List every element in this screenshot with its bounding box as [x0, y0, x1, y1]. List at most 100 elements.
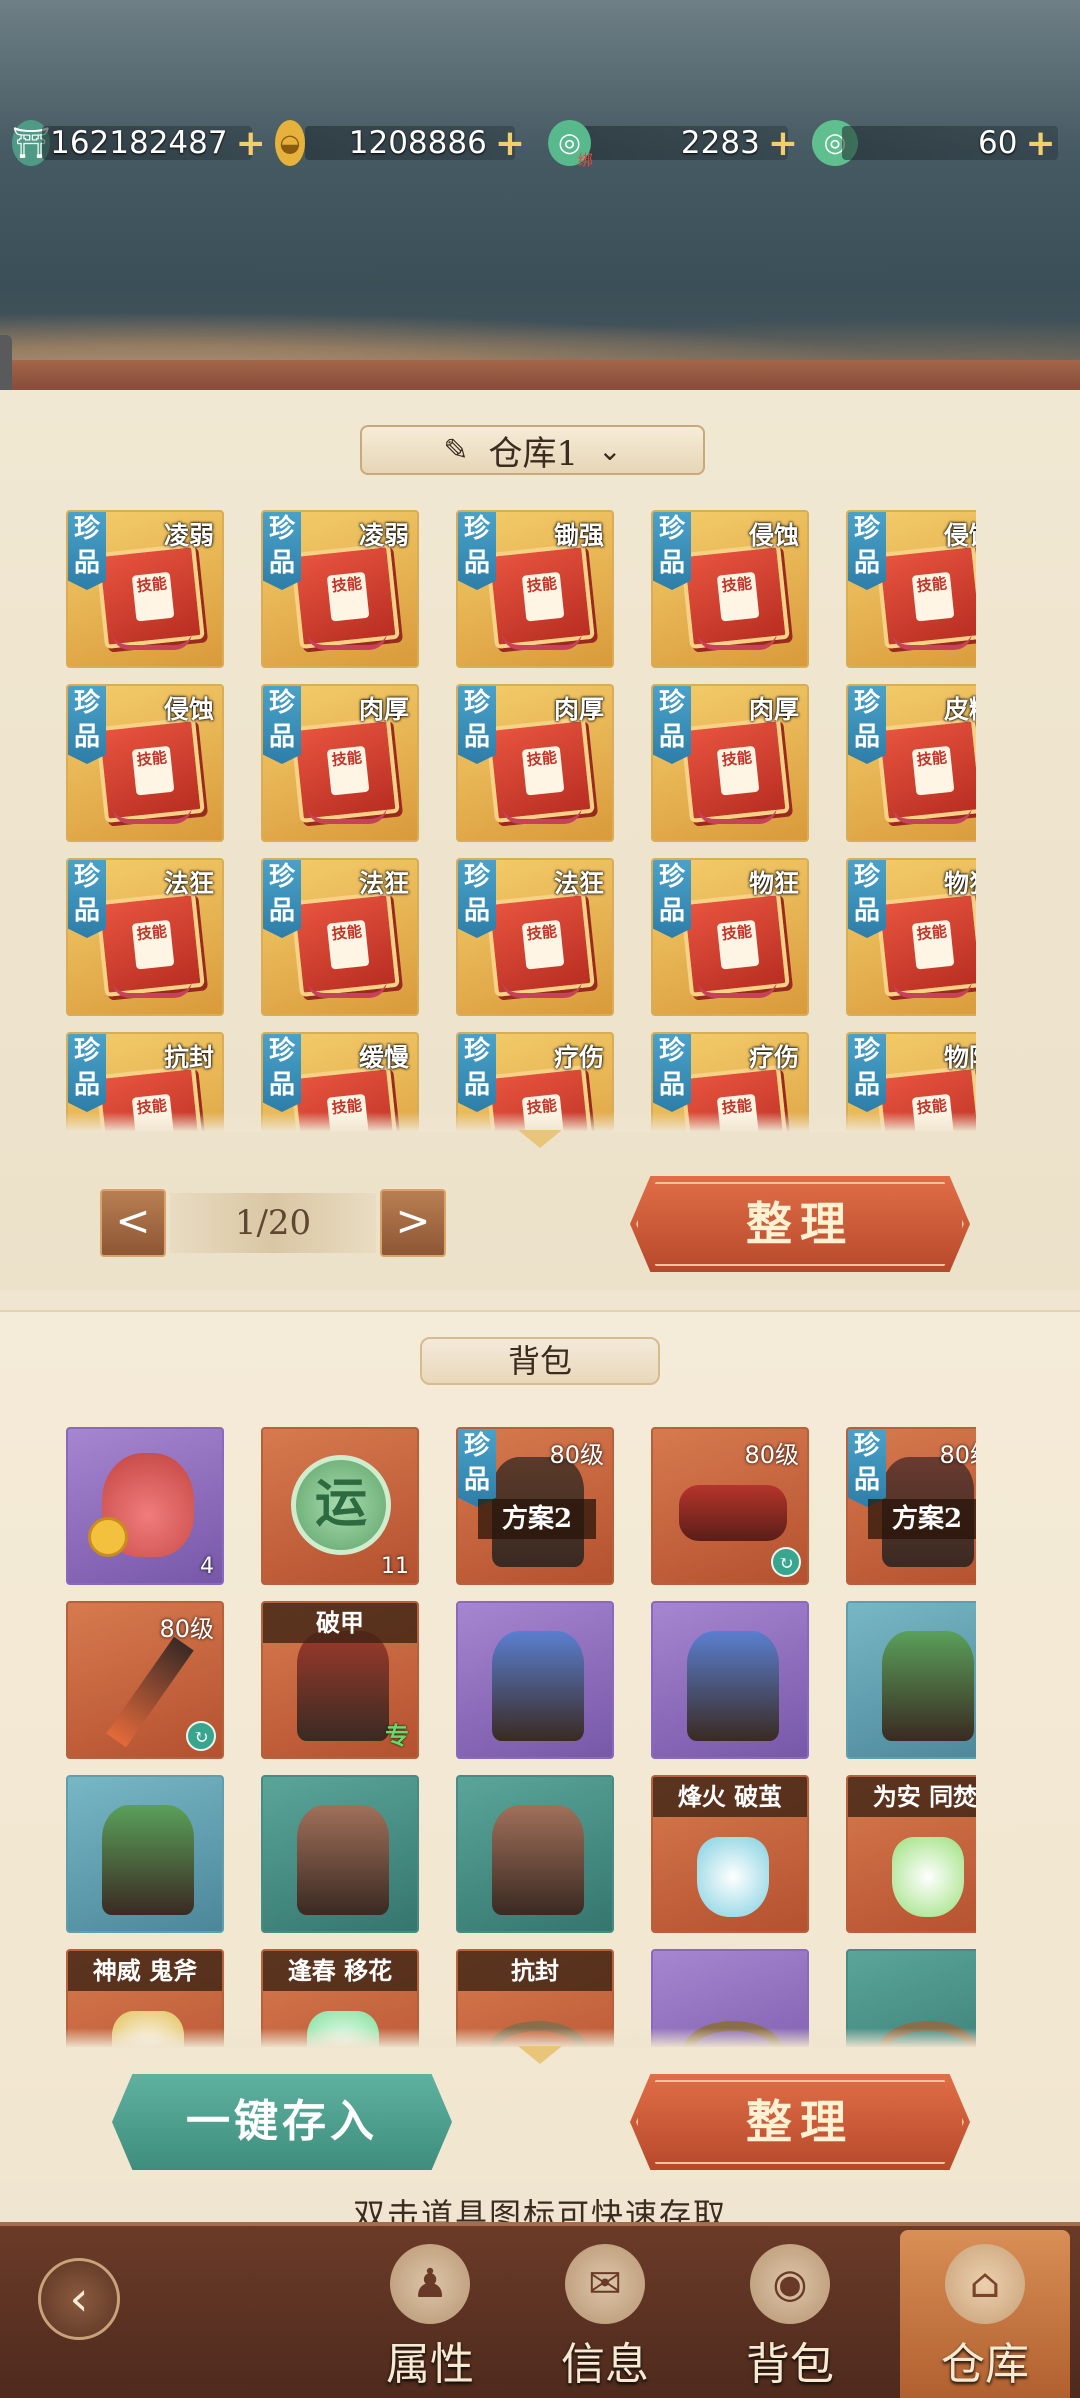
rarity-tag: 珍品 — [263, 860, 301, 938]
bag-grid: 4运11珍品80级方案280级↻珍品80级方案280级↻破甲专烽火 破茧为安 同… — [66, 1427, 976, 2047]
warehouse-slot[interactable]: 技能 珍品 肉厚 — [651, 684, 809, 842]
item-name-band: 神威 鬼斧 — [68, 1951, 222, 1991]
luck-seal-icon: 运 — [291, 1455, 391, 1555]
back-button[interactable]: ‹ — [38, 2258, 120, 2340]
item-name: 疗伤 — [748, 1043, 799, 1072]
bag-slot[interactable]: 80级 ↻ — [66, 1601, 224, 1759]
skill-book-label: 技能 — [326, 919, 370, 970]
item-name: 物狂 — [748, 869, 799, 898]
bag-slot[interactable]: 为安 同焚 — [846, 1775, 976, 1933]
rarity-tag: 珍品 — [263, 512, 301, 590]
rarity-tag: 珍品 — [458, 512, 496, 590]
bag-slot[interactable] — [456, 1601, 614, 1759]
bag-slot[interactable]: 烽火 破茧 — [651, 1775, 809, 1933]
warehouse-slot[interactable]: 技能 珍品 凌弱 — [66, 510, 224, 668]
pendant-icon — [697, 1837, 769, 1917]
bag-slot[interactable]: 80级 ↻ — [651, 1427, 809, 1585]
bag-slot[interactable]: 运 11 — [261, 1427, 419, 1585]
item-name: 物狂 — [943, 869, 976, 898]
bag-slot[interactable]: 珍品 80级方案2 — [456, 1427, 614, 1585]
item-name: 皮糙 — [943, 695, 976, 724]
add-currency-button[interactable]: + — [1025, 123, 1055, 164]
warehouse-slot[interactable]: 技能 珍品 凌弱 — [261, 510, 419, 668]
ribbon-decoration — [502, 980, 582, 998]
bag-slot[interactable] — [261, 1775, 419, 1933]
warehouse-slot[interactable]: 技能 珍品 锄强 — [456, 510, 614, 668]
warehouse-slot[interactable]: 技能珍品 侵蚀 — [651, 510, 809, 668]
bag-slot[interactable]: 4 — [66, 1427, 224, 1585]
ribbon-decoration — [892, 806, 972, 824]
item-name: 法狂 — [358, 869, 409, 898]
currency-bar: ⛩ 162182487 + ◒ 1208886 + ◎ 绑 2283 + ◎ 60… — [0, 118, 1080, 174]
item-name: 物防 — [943, 1043, 976, 1072]
ribbon-decoration — [112, 632, 192, 650]
item-name: 凌弱 — [358, 521, 409, 550]
add-currency-button[interactable]: + — [768, 123, 798, 164]
warehouse-slot[interactable]: 技能 珍品 法狂 — [261, 858, 419, 1016]
warehouse-slot[interactable]: 技能 珍品 法狂 — [456, 858, 614, 1016]
bag-slot[interactable]: 破甲专 — [261, 1601, 419, 1759]
rarity-tag: 珍品 — [848, 1429, 886, 1507]
ribbon-decoration — [307, 632, 387, 650]
item-name: 缓慢 — [358, 1043, 409, 1072]
swap-icon: ↻ — [186, 1721, 216, 1751]
rarity-tag: 珍品 — [653, 686, 691, 764]
rarity-tag: 珍品 — [848, 512, 886, 590]
prev-page-button[interactable]: < — [100, 1189, 166, 1257]
chevron-down-icon[interactable]: ⌄ — [598, 434, 621, 467]
nav-label: 背包 — [746, 2339, 834, 2390]
bag-slot[interactable] — [66, 1775, 224, 1933]
bag-slot[interactable] — [456, 1775, 614, 1933]
sort-warehouse-button[interactable]: 整理 — [630, 1176, 970, 1272]
item-name: 肉厚 — [358, 695, 409, 724]
plan-label: 方案2 — [478, 1499, 596, 1539]
ribbon-decoration — [697, 980, 777, 998]
nav-bag[interactable]: ◉ 背包 — [705, 2230, 875, 2398]
warehouse-slot[interactable]: 技能 珍品 肉厚 — [456, 684, 614, 842]
skill-book-label: 技能 — [911, 571, 955, 622]
warehouse-slot[interactable]: 技能珍品 物狂 — [846, 858, 976, 1016]
warehouse-slot[interactable]: 技能珍品 物狂 — [651, 858, 809, 1016]
item-name: 法狂 — [553, 869, 604, 898]
nav-label: 属性 — [386, 2339, 474, 2390]
robe-icon — [102, 1805, 194, 1915]
exclusive-badge: 专 — [385, 1721, 409, 1750]
rarity-tag: 珍品 — [68, 860, 106, 938]
currency-bound-coin: ◎ 绑 2283 + — [548, 118, 798, 169]
next-page-button[interactable]: > — [380, 1189, 446, 1257]
bag-slot[interactable]: 珍品 80级方案2 — [846, 1427, 976, 1585]
rarity-tag: 珍品 — [68, 1034, 106, 1112]
coin-icon — [88, 1517, 128, 1557]
warehouse-slot[interactable]: 技能珍品 皮糙 — [846, 684, 976, 842]
warehouse-slot[interactable]: 技能珍品 侵蚀 — [846, 510, 976, 668]
warehouse-slot[interactable]: 技能 珍品 法狂 — [66, 858, 224, 1016]
skill-book-label: 技能 — [716, 919, 760, 970]
ribbon-decoration — [307, 806, 387, 824]
skill-book-label: 技能 — [521, 919, 565, 970]
nav-info[interactable]: ✉ 信息 — [520, 2230, 690, 2398]
currency-value: 162182487 — [50, 125, 228, 161]
rarity-tag: 珍品 — [458, 860, 496, 938]
warehouse-selector[interactable]: ✎ 仓库1 ⌄ — [360, 425, 705, 475]
item-name: 肉厚 — [748, 695, 799, 724]
currency-jade: ⛩ 162182487 + — [12, 118, 266, 168]
ribbon-decoration — [502, 806, 582, 824]
nav-attributes[interactable]: ♟ 属性 — [345, 2230, 515, 2398]
bag-slot[interactable] — [846, 1601, 976, 1759]
edit-icon[interactable]: ✎ — [443, 433, 468, 468]
sort-bag-button[interactable]: 整理 — [630, 2074, 970, 2170]
add-currency-button[interactable]: + — [495, 123, 525, 164]
item-name-band: 为安 同焚 — [848, 1777, 976, 1817]
skill-book-label: 技能 — [131, 571, 175, 622]
warehouse-icon: ⌂ — [945, 2244, 1025, 2324]
warehouse-slot[interactable]: 技能珍品 侵蚀 — [66, 684, 224, 842]
add-currency-button[interactable]: + — [236, 123, 266, 164]
profile-silhouette-icon: ♟ — [390, 2244, 470, 2324]
nav-warehouse[interactable]: ⌂ 仓库 — [900, 2230, 1070, 2398]
item-name: 侵蚀 — [163, 695, 214, 724]
ribbon-decoration — [502, 632, 582, 650]
warehouse-slot[interactable]: 技能 珍品 肉厚 — [261, 684, 419, 842]
skill-book-label: 技能 — [716, 745, 760, 796]
bag-slot[interactable] — [651, 1601, 809, 1759]
deposit-all-button[interactable]: 一键存入 — [112, 2074, 452, 2170]
